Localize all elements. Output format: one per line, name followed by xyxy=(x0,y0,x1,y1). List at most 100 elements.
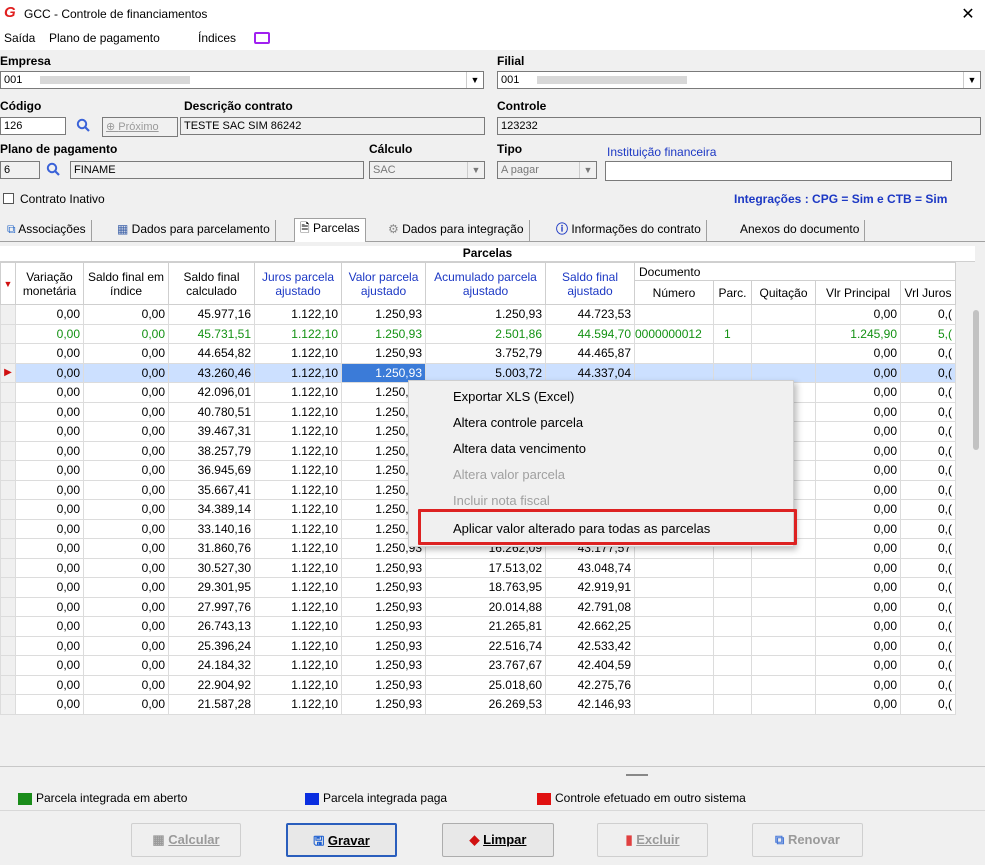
table-row[interactable]: 0,00 0,00 45.977,16 1.122,10 1.250,93 1.250,9… xyxy=(0,304,956,325)
table-cell[interactable]: 0,( xyxy=(900,577,956,598)
row-indicator[interactable]: ▶ xyxy=(0,362,16,383)
row-indicator[interactable] xyxy=(0,557,16,578)
table-cell[interactable] xyxy=(751,343,816,364)
table-cell[interactable] xyxy=(751,596,816,617)
table-cell[interactable]: 1.122,10 xyxy=(254,635,342,656)
table-cell[interactable]: 0,00 xyxy=(83,362,169,383)
table-cell[interactable]: 1.122,10 xyxy=(254,382,342,403)
col-variacao[interactable]: Variação monetária xyxy=(15,262,84,305)
table-cell[interactable]: 39.467,31 xyxy=(168,421,255,442)
table-cell[interactable]: 1.250,93 xyxy=(341,616,426,637)
menu-plano-pagamento[interactable]: Plano de pagamento xyxy=(49,31,160,45)
tab-associacoes[interactable]: ⧉ Associações xyxy=(2,220,92,241)
table-cell[interactable]: 1.250,93 xyxy=(341,596,426,617)
table-cell[interactable]: 0,( xyxy=(900,655,956,676)
table-cell[interactable]: 0,00 xyxy=(815,499,901,520)
table-cell[interactable]: 40.780,51 xyxy=(168,401,255,422)
table-cell[interactable]: 0,00 xyxy=(815,440,901,461)
table-cell[interactable]: 0,00 xyxy=(815,401,901,422)
table-cell[interactable]: 0,00 xyxy=(83,538,169,559)
table-cell[interactable]: 0,( xyxy=(900,694,956,715)
table-cell[interactable]: 0,00 xyxy=(83,674,169,695)
sort-indicator[interactable]: ▼ xyxy=(0,262,16,305)
table-cell[interactable]: 42.146,93 xyxy=(545,694,635,715)
table-cell[interactable]: 42.404,59 xyxy=(545,655,635,676)
table-cell[interactable]: 0,00 xyxy=(815,616,901,637)
splitter-handle[interactable] xyxy=(626,774,648,776)
table-cell[interactable]: 44.594,70 xyxy=(545,323,635,344)
col-saldo-ajustado[interactable]: Saldo final ajustado xyxy=(545,262,635,305)
table-cell[interactable]: 1.250,93 xyxy=(341,304,426,325)
table-cell[interactable]: 0,( xyxy=(900,440,956,461)
table-cell[interactable]: 1.122,10 xyxy=(254,557,342,578)
table-cell[interactable]: 1.122,10 xyxy=(254,596,342,617)
table-cell[interactable] xyxy=(713,655,752,676)
col-juros-ajustado[interactable]: Juros parcela ajustado xyxy=(254,262,342,305)
table-cell[interactable]: 26.743,13 xyxy=(168,616,255,637)
menu-indices[interactable]: Índices xyxy=(198,31,236,45)
table-row[interactable]: 0,00 0,00 22.904,92 1.122,10 1.250,93 25.018,… xyxy=(0,674,956,695)
table-cell[interactable]: 25.396,24 xyxy=(168,635,255,656)
table-cell[interactable]: 26.269,53 xyxy=(425,694,546,715)
search-icon[interactable] xyxy=(76,118,90,132)
table-cell[interactable]: 0,00 xyxy=(83,323,169,344)
table-cell[interactable]: 23.767,67 xyxy=(425,655,546,676)
col-saldo-calculado[interactable]: Saldo final calculado xyxy=(168,262,255,305)
table-cell[interactable]: 36.945,69 xyxy=(168,460,255,481)
table-cell[interactable]: 44.465,87 xyxy=(545,343,635,364)
table-cell[interactable]: 0,( xyxy=(900,479,956,500)
table-cell[interactable]: 27.997,76 xyxy=(168,596,255,617)
col-parc[interactable]: Parc. xyxy=(713,280,752,305)
table-cell[interactable]: 0,00 xyxy=(83,440,169,461)
table-cell[interactable]: 21.587,28 xyxy=(168,694,255,715)
menu-item-altera-vencimento[interactable]: Altera data vencimento xyxy=(453,437,586,461)
table-cell[interactable]: 1.122,10 xyxy=(254,518,342,539)
table-cell[interactable]: 0,00 xyxy=(815,479,901,500)
table-cell[interactable]: 0,( xyxy=(900,635,956,656)
row-indicator[interactable] xyxy=(0,655,16,676)
table-cell[interactable]: 0,( xyxy=(900,616,956,637)
table-cell[interactable] xyxy=(751,616,816,637)
empresa-select[interactable]: 001 ▼ xyxy=(0,71,484,89)
chevron-down-icon[interactable]: ▼ xyxy=(579,162,596,178)
table-cell[interactable]: 0,00 xyxy=(15,479,84,500)
gravar-button[interactable]: 🖫 Gravar xyxy=(286,823,397,857)
table-cell[interactable] xyxy=(634,616,714,637)
tab-dados-integracao[interactable]: ⚙ Dados para integração xyxy=(383,220,530,241)
row-indicator[interactable] xyxy=(0,635,16,656)
table-cell[interactable]: 44.654,82 xyxy=(168,343,255,364)
table-cell[interactable]: 1.250,93 xyxy=(341,655,426,676)
table-cell[interactable]: 0,00 xyxy=(83,635,169,656)
table-row[interactable]: 0,00 0,00 29.301,95 1.122,10 1.250,93 18.763,… xyxy=(0,577,956,598)
table-cell[interactable] xyxy=(713,674,752,695)
plano-name-input[interactable]: FINAME xyxy=(70,161,364,179)
table-cell[interactable]: 0,00 xyxy=(815,460,901,481)
table-cell[interactable]: 45.977,16 xyxy=(168,304,255,325)
col-vlr-juros[interactable]: Vrl Juros xyxy=(900,280,956,305)
table-cell[interactable] xyxy=(713,304,752,325)
table-cell[interactable]: 20.014,88 xyxy=(425,596,546,617)
table-cell[interactable]: 42.275,76 xyxy=(545,674,635,695)
table-row[interactable]: 0,00 0,00 25.396,24 1.122,10 1.250,93 22.516,… xyxy=(0,635,956,656)
row-indicator[interactable] xyxy=(0,538,16,559)
table-cell[interactable]: 0,00 xyxy=(15,382,84,403)
tab-informacoes-contrato[interactable]: ⓘ Informações do contrato xyxy=(551,220,707,241)
table-cell[interactable]: 0,00 xyxy=(15,401,84,422)
table-cell[interactable]: 0,( xyxy=(900,304,956,325)
table-cell[interactable] xyxy=(634,694,714,715)
table-cell[interactable]: 0,00 xyxy=(83,343,169,364)
row-indicator[interactable] xyxy=(0,616,16,637)
table-cell[interactable]: 0,00 xyxy=(15,362,84,383)
table-cell[interactable] xyxy=(713,635,752,656)
table-cell[interactable]: 22.516,74 xyxy=(425,635,546,656)
table-cell[interactable]: 0,00 xyxy=(15,343,84,364)
table-cell[interactable] xyxy=(713,343,752,364)
table-cell[interactable]: 5,( xyxy=(900,323,956,344)
close-button[interactable]: ✕ xyxy=(958,4,978,24)
table-cell[interactable]: 1.122,10 xyxy=(254,401,342,422)
table-cell[interactable] xyxy=(634,343,714,364)
table-cell[interactable]: 1.122,10 xyxy=(254,499,342,520)
table-cell[interactable]: 0,00 xyxy=(83,304,169,325)
table-row[interactable]: 0,00 0,00 45.731,51 1.122,10 1.250,93 2.501,8… xyxy=(0,323,956,344)
table-cell[interactable]: 0,00 xyxy=(815,596,901,617)
